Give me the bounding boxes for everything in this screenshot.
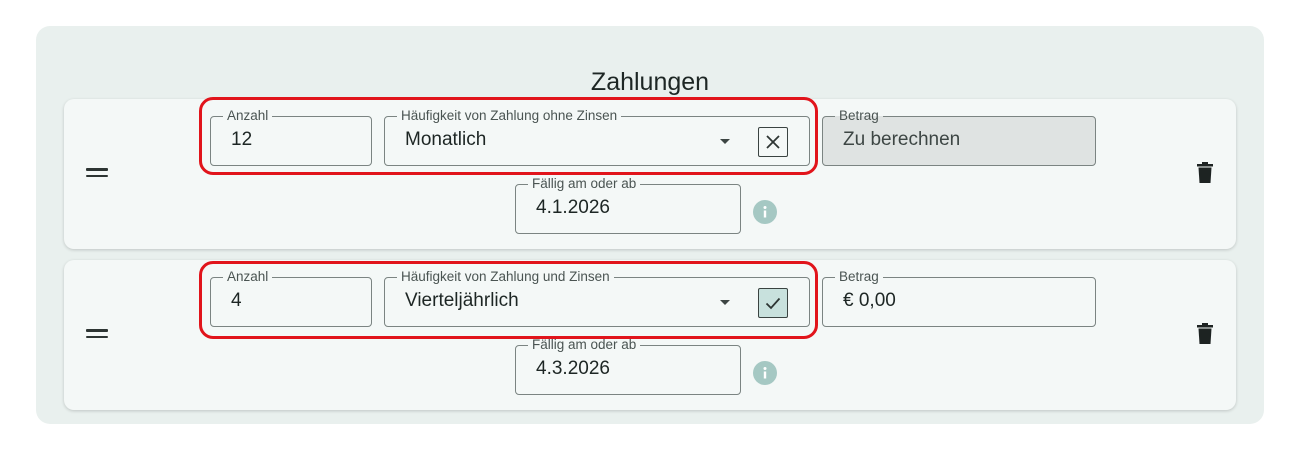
check-icon [765,297,781,310]
frequency-label: Häufigkeit von Zahlung ohne Zinsen [397,108,622,124]
betrag-value: € 0,00 [843,290,896,311]
interest-checkbox[interactable] [758,127,788,157]
frequency-value: Monatlich [405,129,487,150]
frequency-select[interactable]: Häufigkeit von Zahlung und Zinsen Vierte… [384,269,810,327]
chevron-down-icon[interactable] [720,300,730,305]
frequency-value: Vierteljährlich [405,290,519,311]
frequency-select[interactable]: Häufigkeit von Zahlung ohne Zinsen Monat… [384,108,810,166]
betrag-field: Betrag Zu berechnen [822,108,1096,166]
payment-card: Anzahl 12 Häufigkeit von Zahlung ohne Zi… [64,99,1236,249]
info-icon[interactable] [753,200,777,224]
chevron-down-icon[interactable] [720,139,730,144]
betrag-field[interactable]: Betrag € 0,00 [822,269,1096,327]
drag-handle-icon[interactable] [86,168,108,177]
anzahl-field[interactable]: Anzahl 12 [210,108,372,166]
interest-checkbox[interactable] [758,288,788,318]
anzahl-value: 4 [231,290,242,311]
faellig-value: 4.1.2026 [536,197,610,218]
payment-card: Anzahl 4 Häufigkeit von Zahlung und Zins… [64,260,1236,410]
betrag-value: Zu berechnen [843,129,961,150]
panel-title: Zahlungen [590,68,710,96]
close-icon [766,135,780,149]
betrag-label: Betrag [835,269,883,285]
faellig-value: 4.3.2026 [536,358,610,379]
faellig-label: Fällig am oder ab [528,337,641,353]
frequency-label: Häufigkeit von Zahlung und Zinsen [397,269,614,285]
faellig-date-field[interactable]: Fällig am oder ab 4.1.2026 [515,176,741,234]
faellig-label: Fällig am oder ab [528,176,641,192]
drag-handle-icon[interactable] [86,329,108,338]
anzahl-label: Anzahl [223,269,273,285]
anzahl-value: 12 [231,129,253,150]
info-icon[interactable] [753,361,777,385]
faellig-date-field[interactable]: Fällig am oder ab 4.3.2026 [515,337,741,395]
anzahl-field[interactable]: Anzahl 4 [210,269,372,327]
anzahl-label: Anzahl [223,108,273,124]
trash-icon[interactable] [1197,323,1213,344]
trash-icon[interactable] [1197,162,1213,183]
betrag-label: Betrag [835,108,883,124]
